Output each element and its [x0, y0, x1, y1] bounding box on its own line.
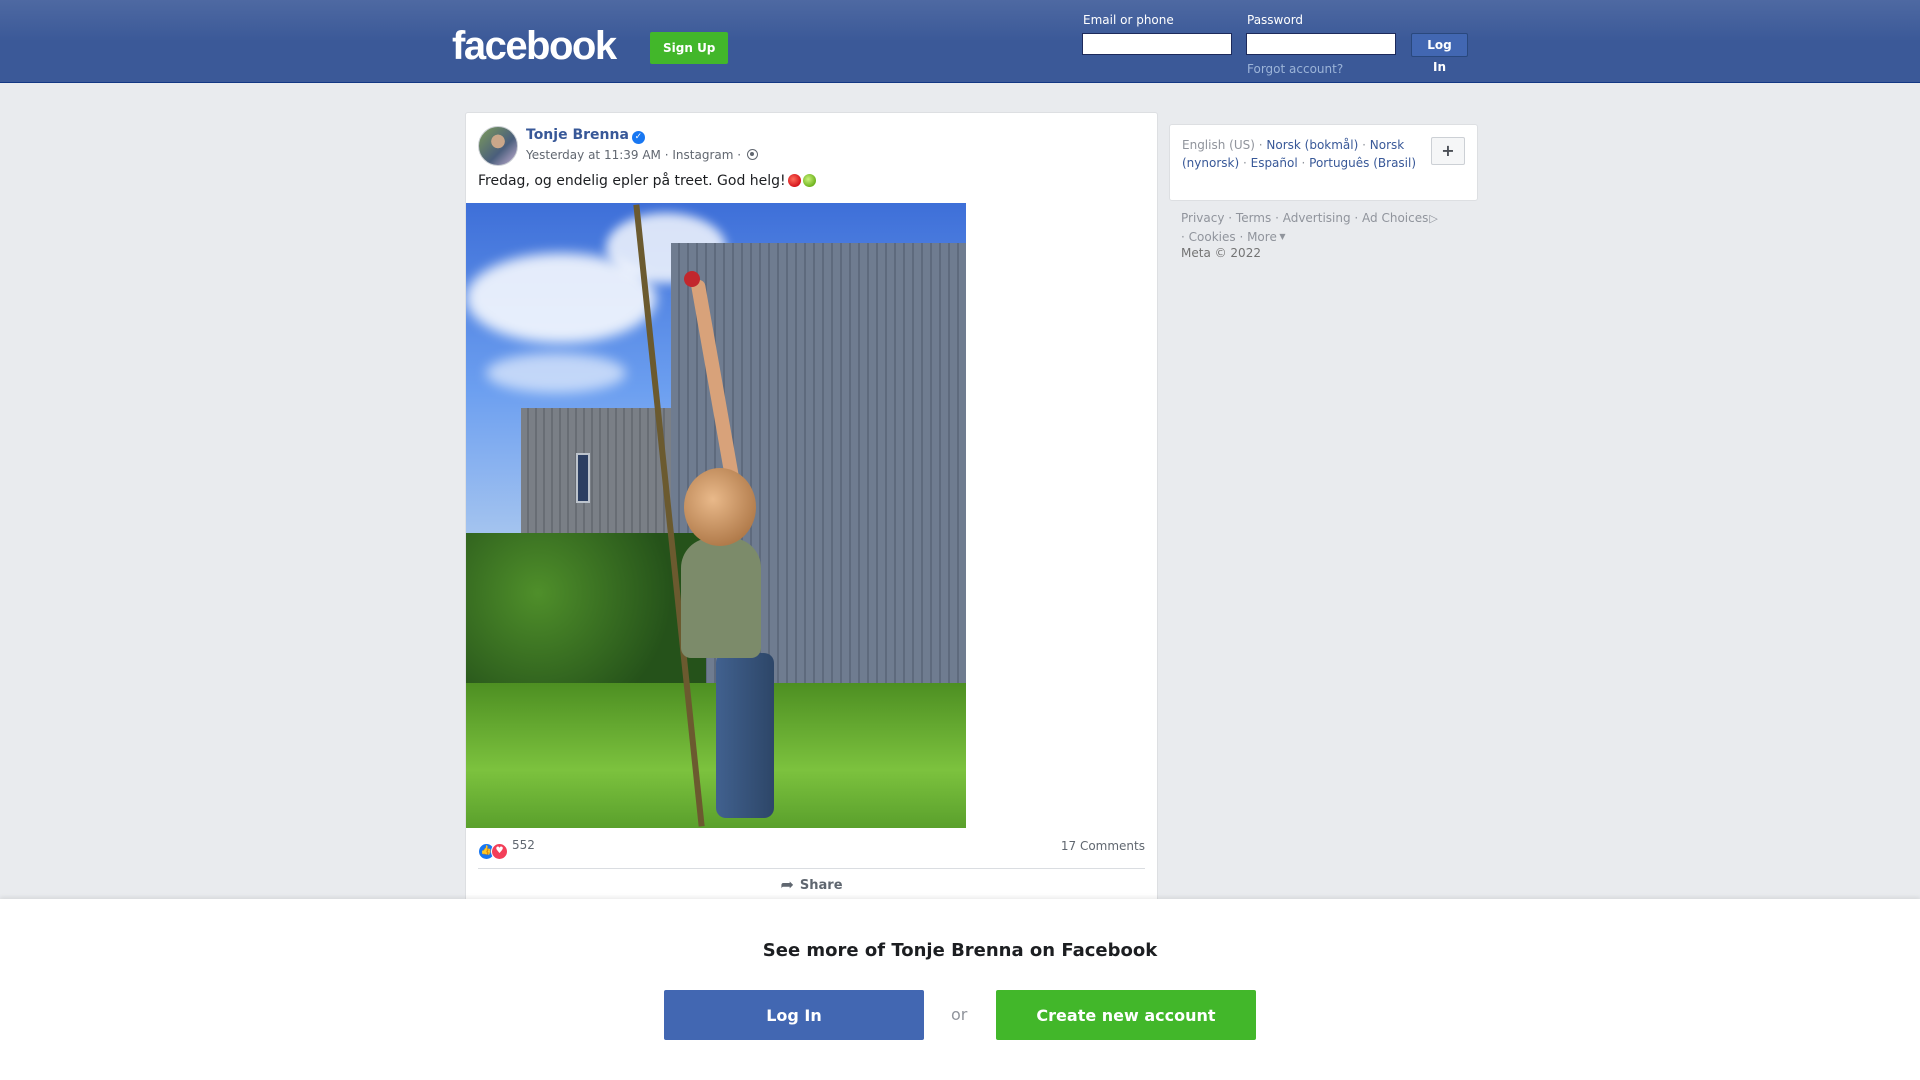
meta-separator: · — [737, 148, 742, 162]
post-timestamp[interactable]: Yesterday at 11:39 AM — [526, 148, 661, 162]
forgot-account-link[interactable]: Forgot account? — [1247, 62, 1343, 76]
facebook-logo[interactable]: facebook — [452, 22, 617, 70]
post-text: Fredag, og endelig epler på treet. God h… — [478, 173, 816, 189]
green-apple-emoji — [802, 174, 816, 187]
login-prompt-bar: See more of Tonje Brenna on Facebook Log… — [0, 899, 1920, 1080]
post-photo[interactable] — [466, 203, 966, 828]
copyright: Meta © 2022 — [1181, 246, 1261, 260]
email-label: Email or phone — [1083, 13, 1174, 27]
language-link[interactable]: Norsk (bokmål) — [1266, 138, 1358, 152]
ad-choices-icon: ▷ — [1429, 212, 1438, 225]
more-languages-button[interactable]: + — [1431, 137, 1465, 165]
post-body: Fredag, og endelig epler på treet. God h… — [478, 173, 786, 189]
header-login-button[interactable]: Log In — [1411, 33, 1468, 74]
photo-child-body — [681, 538, 761, 658]
share-label: Share — [799, 878, 843, 893]
email-field[interactable] — [1082, 33, 1232, 55]
caret-down-icon: ▼ — [1276, 231, 1286, 241]
love-icon: ♥ — [491, 843, 508, 860]
avatar[interactable] — [478, 126, 518, 166]
top-bar-inner: facebook Sign Up Email or phone Password… — [452, 0, 1468, 83]
footer-link-more[interactable]: More — [1247, 230, 1277, 244]
red-apple-emoji — [787, 174, 801, 187]
language-selector-box: English (US) · Norsk (bokmål) · Norsk (n… — [1169, 124, 1478, 201]
check-badge-icon: ✓ — [631, 131, 645, 144]
photo-cloud — [486, 353, 626, 393]
meta-separator: · — [664, 148, 669, 162]
password-field[interactable] — [1246, 33, 1396, 55]
or-label: or — [951, 1005, 968, 1024]
share-arrow-icon: ➦ — [780, 875, 794, 894]
bottom-login-button[interactable]: Log In — [664, 990, 924, 1040]
photo-child-legs — [716, 653, 774, 818]
globe-icon[interactable] — [746, 149, 758, 160]
post-source: Instagram — [672, 148, 734, 162]
post-card: Tonje Brenna ✓ Yesterday at 11:39 AM · In… — [465, 112, 1158, 902]
footer-links: Privacy · Terms · Advertising · Ad Choic… — [1181, 211, 1438, 244]
password-label: Password — [1247, 13, 1304, 27]
sign-up-button[interactable]: Sign Up — [650, 32, 729, 64]
footer-link-advertising[interactable]: Advertising — [1283, 211, 1351, 225]
photo-apple — [684, 271, 700, 287]
login-prompt-title: See more of Tonje Brenna on Facebook — [762, 940, 1158, 961]
post-meta: Yesterday at 11:39 AM · Instagram · — [526, 148, 758, 162]
create-account-button[interactable]: Create new account — [996, 990, 1256, 1040]
reactions-summary[interactable]: 👍 ♥ 552 — [478, 838, 535, 860]
photo-window — [576, 453, 590, 503]
top-navigation-bar: facebook Sign Up Email or phone Password… — [0, 0, 1920, 83]
author-name[interactable]: Tonje Brenna — [526, 127, 629, 143]
footer-link-ad-choices[interactable]: Ad Choices — [1362, 211, 1428, 225]
share-button[interactable]: ➦ Share — [466, 875, 1157, 894]
language-list: English (US) · Norsk (bokmål) · Norsk (n… — [1182, 138, 1417, 170]
footer-link-cookies[interactable]: Cookies — [1189, 230, 1236, 244]
footer-link-terms[interactable]: Terms — [1236, 211, 1271, 225]
divider — [478, 868, 1145, 869]
footer-link-privacy[interactable]: Privacy — [1181, 211, 1224, 225]
language-link[interactable]: Español — [1251, 156, 1298, 170]
language-link[interactable]: Português (Brasil) — [1309, 156, 1416, 170]
current-language: English (US) — [1182, 138, 1255, 152]
comments-count[interactable]: 17 Comments — [1061, 839, 1145, 853]
photo-child-head — [684, 468, 756, 546]
post-author[interactable]: Tonje Brenna ✓ — [526, 127, 645, 144]
reaction-count: 552 — [512, 838, 535, 852]
